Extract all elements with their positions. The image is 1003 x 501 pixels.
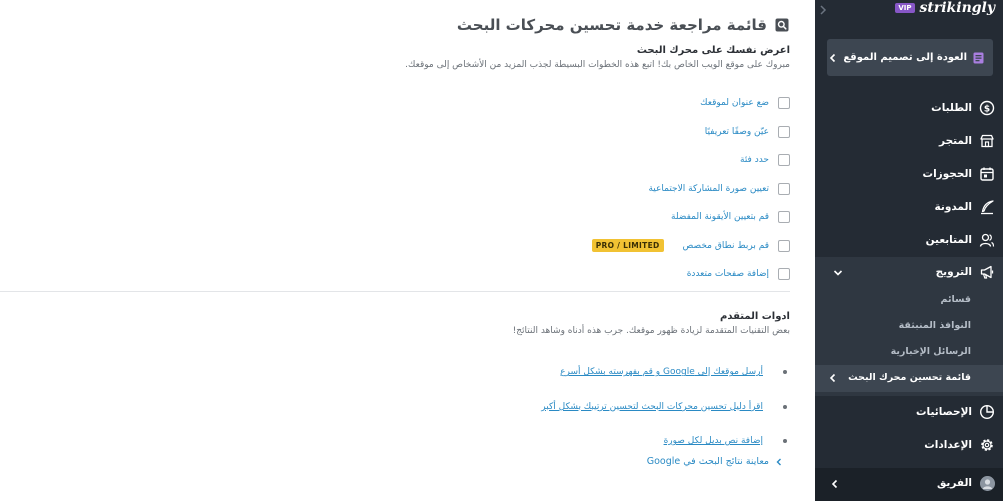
- checklist-item-description[interactable]: عيّن وصفًا تعريفيًا: [592, 118, 790, 147]
- submenu-item-coupons[interactable]: قسائم: [941, 294, 971, 305]
- calendar-icon: [979, 166, 995, 182]
- quill-icon: [979, 199, 995, 215]
- checklist-link[interactable]: حدد فئة: [740, 155, 769, 165]
- chevron-down-icon[interactable]: [833, 269, 843, 277]
- checklist-item-category[interactable]: حدد فئة: [592, 146, 790, 175]
- sidebar-item-bookings[interactable]: الحجوزات: [815, 159, 1003, 189]
- list-item: إضافة نص بديل لكل صورة: [541, 424, 787, 459]
- gear-icon: [979, 437, 995, 453]
- google-preview-label: معاينة نتائج البحث في Google: [646, 456, 769, 467]
- seo-search-icon: [775, 18, 789, 32]
- submenu-item-popups[interactable]: النوافذ المنبثقة: [899, 320, 971, 331]
- back-button-label: العودة إلى تصميم الموقع: [843, 52, 967, 63]
- sidebar-item-label: الطلبات: [931, 102, 972, 114]
- page-header: قائمة مراجعة خدمة تحسين محركات البحث: [457, 16, 789, 34]
- alt-text-link[interactable]: إضافة نص بديل لكل صورة: [664, 436, 763, 446]
- bullet: [783, 404, 787, 409]
- checkbox[interactable]: [778, 211, 790, 224]
- megaphone-icon: [979, 264, 995, 280]
- chevron-left-icon: [775, 458, 783, 466]
- back-to-design-button[interactable]: العودة إلى تصميم الموقع: [827, 39, 993, 76]
- sidebar-item-store[interactable]: المتجر: [815, 126, 1003, 156]
- checklist-link[interactable]: ضع عنوان لموقعك: [700, 98, 769, 108]
- svg-text:$: $: [984, 104, 990, 114]
- sidebar-item-label: المدونة: [934, 201, 972, 213]
- checkbox[interactable]: [778, 182, 790, 195]
- sidebar-item-settings[interactable]: الإعدادات: [815, 430, 1003, 460]
- checkbox[interactable]: [778, 239, 790, 252]
- advanced-heading: ادوات المتقدم: [719, 311, 790, 322]
- sidebar-item-label: الإعدادات: [924, 439, 972, 451]
- chevron-left-icon: [829, 373, 837, 383]
- intro-heading: اعرض نفسك على محرك البحث: [636, 45, 790, 56]
- avatar: [980, 476, 995, 491]
- google-preview-link[interactable]: معاينة نتائج البحث في Google: [647, 456, 783, 467]
- advanced-section: ادوات المتقدم بعض التقنيات المتقدمة لزيا…: [513, 311, 790, 336]
- seo-checklist: ضع عنوان لموقعك عيّن وصفًا تعريفيًا حدد …: [591, 89, 790, 289]
- sidebar: strikingly VIP العودة إلى تصميم الموقع $…: [815, 0, 1003, 501]
- sidebar-item-label: المتجر: [939, 135, 972, 147]
- chevron-left-icon: [829, 53, 837, 63]
- sidebar-item-label: المتابعين: [925, 234, 972, 246]
- seo-guide-link[interactable]: اقرأ دليل تحسين محركات البحث لتحسين ترتي…: [541, 402, 763, 412]
- checkbox[interactable]: [778, 125, 790, 138]
- sidebar-item-team[interactable]: [815, 468, 1003, 501]
- intro-section: اعرض نفسك على محرك البحث مبروك على موقع …: [405, 45, 790, 70]
- pro-limited-badge: PRO / LIMITED: [591, 239, 664, 253]
- checklist-item-title[interactable]: ضع عنوان لموقعك: [592, 89, 790, 118]
- advanced-description: بعض التقنيات المتقدمة لزيادة ظهور موقعك.…: [512, 326, 790, 336]
- checklist-item-multiple-pages[interactable]: إضافة صفحات متعددة: [592, 260, 790, 289]
- list-item: اقرأ دليل تحسين محركات البحث لتحسين ترتي…: [541, 390, 787, 425]
- bullet: [783, 370, 787, 375]
- intro-description: مبروك على موقع الويب الخاص بك! اتبع هذه …: [405, 60, 790, 70]
- brand-logo: strikingly: [919, 0, 995, 16]
- checklist-link[interactable]: إضافة صفحات متعددة: [687, 269, 769, 279]
- sidebar-item-blog[interactable]: المدونة: [815, 192, 1003, 222]
- checkbox[interactable]: [778, 97, 790, 110]
- advanced-links: أرسل موقعك إلى Google و قم بفهرسته بشكل …: [541, 355, 787, 459]
- dollar-icon: $: [979, 100, 995, 116]
- checklist-link[interactable]: قم بربط نطاق مخصص: [683, 241, 769, 251]
- checklist-item-favicon[interactable]: قم بتعيين الأيقونة المفضلة: [592, 203, 790, 232]
- sidebar-item-followers[interactable]: المتابعين: [815, 225, 1003, 255]
- pie-chart-icon: [979, 404, 995, 420]
- sidebar-item-label: الإحصائيات: [916, 406, 972, 418]
- bullet: [783, 439, 787, 444]
- checkbox[interactable]: [778, 154, 790, 167]
- checklist-link[interactable]: تعيين صورة المشاركة الاجتماعية: [648, 184, 769, 194]
- brand: strikingly VIP: [895, 0, 995, 16]
- checklist-link[interactable]: عيّن وصفًا تعريفيًا: [705, 127, 769, 137]
- team-label: الفريق: [936, 477, 972, 489]
- vip-badge: VIP: [895, 3, 915, 13]
- main-panel: قائمة مراجعة خدمة تحسين محركات البحث اعر…: [0, 0, 815, 501]
- sidebar-item-promotion[interactable]: الترويج: [815, 257, 1003, 287]
- sidebar-item-orders[interactable]: $ الطلبات: [815, 93, 1003, 123]
- collapse-sidebar-chevron-icon[interactable]: [818, 4, 828, 16]
- submit-to-google-link[interactable]: أرسل موقعك إلى Google و قم بفهرسته بشكل …: [560, 367, 763, 377]
- store-icon: [979, 133, 995, 149]
- people-icon: [979, 232, 995, 248]
- site-design-icon: [973, 52, 984, 64]
- chevron-left-icon[interactable]: [831, 479, 839, 489]
- submenu-item-newsletters[interactable]: الرسائل الإخبارية: [891, 346, 971, 357]
- sidebar-item-label: الحجوزات: [922, 168, 972, 180]
- submenu-item-seo-checklist[interactable]: قائمة تحسين محرك البحث: [848, 372, 971, 383]
- checklist-item-social-image[interactable]: تعيين صورة المشاركة الاجتماعية: [592, 175, 790, 204]
- sidebar-item-analytics[interactable]: الإحصائيات: [815, 397, 1003, 427]
- sidebar-item-label: الترويج: [935, 266, 972, 278]
- list-item: أرسل موقعك إلى Google و قم بفهرسته بشكل …: [541, 355, 787, 390]
- checkbox[interactable]: [778, 268, 790, 281]
- page-title: قائمة مراجعة خدمة تحسين محركات البحث: [456, 16, 767, 34]
- checklist-link[interactable]: قم بتعيين الأيقونة المفضلة: [671, 212, 769, 222]
- checklist-item-custom-domain[interactable]: قم بربط نطاق مخصص PRO / LIMITED: [591, 232, 790, 261]
- section-divider: [0, 291, 790, 292]
